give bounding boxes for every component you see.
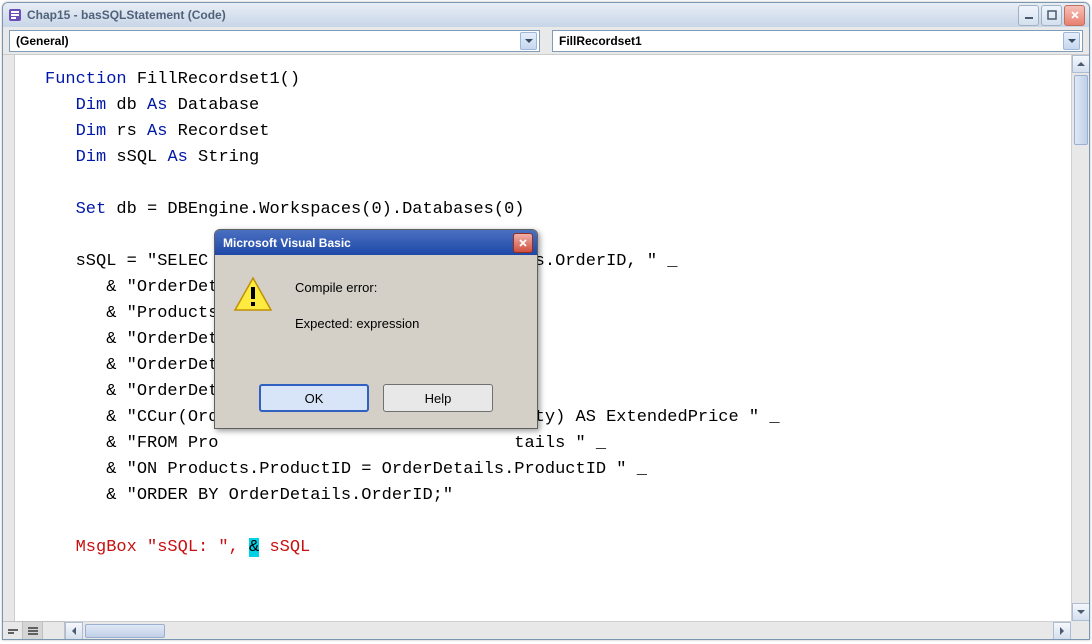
window-controls [1018,5,1085,26]
dropdown-bar: (General) FillRecordset1 [3,27,1089,55]
scroll-right-button[interactable] [1053,622,1071,639]
procedure-view-button[interactable] [3,622,23,639]
window-titlebar: Chap15 - basSQLStatement (Code) [3,3,1089,27]
ok-button[interactable]: OK [259,384,369,412]
maximize-button[interactable] [1041,5,1062,26]
scrollbar-corner [1071,621,1089,639]
error-dialog: Microsoft Visual Basic Compile error: Ex… [214,229,538,429]
dialog-message-line1: Compile error: [295,279,519,297]
object-dropdown[interactable]: (General) [9,30,540,52]
dialog-body: Compile error: Expected: expression [215,255,537,378]
warning-icon [233,275,273,315]
procedure-dropdown-text: FillRecordset1 [559,34,1063,48]
procedure-dropdown[interactable]: FillRecordset1 [552,30,1083,52]
code-content[interactable]: Function FillRecordset1() Dim db As Data… [15,55,1071,621]
margin-indicator-bar [3,55,15,621]
vertical-scroll-thumb[interactable] [1074,75,1088,145]
scroll-down-button[interactable] [1072,603,1089,621]
dialog-close-button[interactable] [513,233,533,253]
close-button[interactable] [1064,5,1085,26]
scroll-left-button[interactable] [65,622,83,639]
chevron-down-icon [1063,32,1080,50]
vertical-scrollbar[interactable] [1071,55,1089,621]
help-button[interactable]: Help [383,384,493,412]
dialog-message: Compile error: Expected: expression [295,275,519,368]
code-editor[interactable]: Function FillRecordset1() Dim db As Data… [3,55,1089,639]
object-dropdown-text: (General) [16,34,520,48]
view-spacer [43,622,65,639]
dialog-title: Microsoft Visual Basic [223,236,513,250]
window-title: Chap15 - basSQLStatement (Code) [27,8,1018,22]
minimize-button[interactable] [1018,5,1039,26]
chevron-down-icon [520,32,537,50]
dialog-buttons: OK Help [215,378,537,428]
app-icon [7,7,23,23]
horizontal-scroll-thumb[interactable] [85,624,165,638]
code-window: Chap15 - basSQLStatement (Code) (General… [2,2,1090,640]
horizontal-scrollbar[interactable] [65,621,1071,639]
view-mode-buttons [3,621,65,639]
dialog-message-line2: Expected: expression [295,315,519,333]
dialog-titlebar: Microsoft Visual Basic [215,230,537,255]
full-module-view-button[interactable] [23,622,43,639]
scroll-up-button[interactable] [1072,55,1089,73]
